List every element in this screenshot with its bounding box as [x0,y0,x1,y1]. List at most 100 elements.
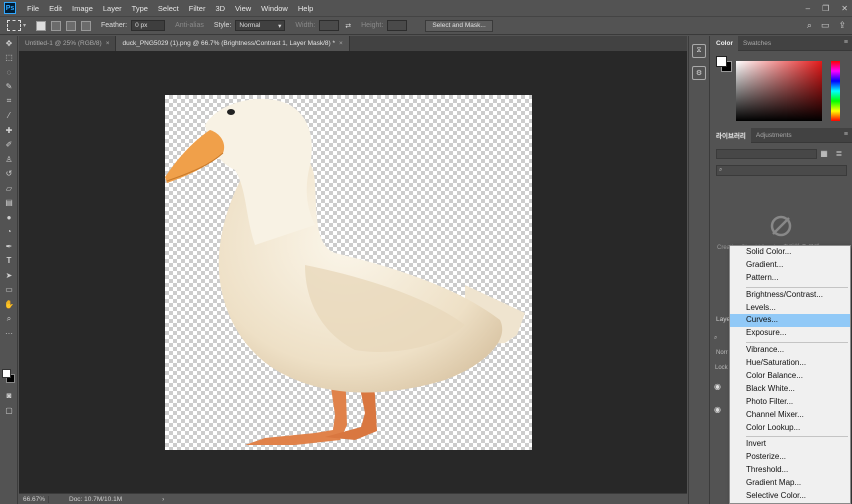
menu-item-photo-filter[interactable]: Photo Filter... [730,396,850,409]
menu-item-color-balance[interactable]: Color Balance... [730,370,850,383]
minimize-icon[interactable]: – [806,4,810,13]
menu-item-color-lookup[interactable]: Color Lookup... [730,422,850,435]
type-tool-icon[interactable]: T [0,254,18,269]
tab-libraries[interactable]: 라이브러리 [711,127,751,143]
quick-select-tool-icon[interactable]: ✎ [0,80,18,95]
eraser-tool-icon[interactable]: ▱ [0,181,18,196]
healing-brush-tool-icon[interactable]: ✚ [0,123,18,138]
rectangle-tool-icon[interactable]: ▭ [0,283,18,298]
menu-view[interactable]: View [230,4,256,13]
width-input[interactable] [319,20,340,31]
grid-view-icon[interactable]: ▦ [819,149,829,159]
move-tool-icon[interactable]: ✥ [0,36,18,51]
panel-menu-icon[interactable]: ≡ [844,39,848,46]
select-and-mask-button[interactable]: Select and Mask... [425,19,493,32]
tab-adjustments[interactable]: Adjustments [751,128,797,143]
screen-mode-icon[interactable]: ▢ [0,403,18,418]
menu-item-exposure[interactable]: Exposure... [730,327,850,340]
chevron-right-icon[interactable]: › [162,496,164,503]
tab-color[interactable]: Color [711,35,738,51]
marquee-tool-preset-icon[interactable] [7,20,21,31]
menu-item-invert[interactable]: Invert [730,438,850,451]
menu-item-hue-saturation[interactable]: Hue/Saturation... [730,357,850,370]
menu-select[interactable]: Select [153,4,184,13]
foreground-color-chip[interactable] [716,56,727,67]
menu-window[interactable]: Window [256,4,293,13]
tab-swatches[interactable]: Swatches [738,36,776,51]
layer-filter-search-icon[interactable]: ⌕ [714,335,717,342]
more-tools-icon[interactable]: ··· [0,326,18,341]
brush-tool-icon[interactable]: ✐ [0,138,18,153]
hue-slider[interactable] [831,61,840,121]
canvas-workspace[interactable] [19,51,687,493]
chevron-down-icon[interactable]: ▾ [23,22,26,29]
menu-image[interactable]: Image [67,4,98,13]
menu-layer[interactable]: Layer [98,4,127,13]
menu-item-curves[interactable]: Curves... [730,314,850,328]
new-selection-button[interactable] [36,20,47,31]
feather-input[interactable]: 0 px [131,20,166,31]
layer-visibility-eye-icon[interactable]: ◉ [714,405,721,414]
close-icon[interactable]: × [106,40,110,47]
menu-item-gradient[interactable]: Gradient... [730,259,850,272]
subtract-selection-button[interactable] [66,20,77,31]
style-select[interactable]: Normal ▾ [235,20,286,31]
marquee-tool-icon[interactable]: ⬚ [0,51,18,66]
foreground-color-swatch[interactable] [2,369,11,378]
menu-item-channel-mixer[interactable]: Channel Mixer... [730,409,850,422]
blend-mode-select[interactable]: Norr [716,350,728,356]
crop-tool-icon[interactable]: ⌗ [0,94,18,109]
menu-edit[interactable]: Edit [44,4,67,13]
share-icon[interactable]: ⇪ [838,20,846,31]
menu-type[interactable]: Type [127,4,153,13]
height-input[interactable] [387,20,408,31]
menu-3d[interactable]: 3D [210,4,230,13]
path-selection-tool-icon[interactable]: ➤ [0,268,18,283]
color-field[interactable] [736,61,822,121]
close-icon[interactable]: × [339,40,343,47]
antialias-checkbox-label[interactable]: Anti-alias [175,22,204,29]
menu-item-pattern[interactable]: Pattern... [730,272,850,285]
menu-item-solid-color[interactable]: Solid Color... [730,246,850,259]
eyedropper-tool-icon[interactable]: ⁄ [0,109,18,124]
library-search-input[interactable]: ⌕ [716,165,847,176]
gradient-tool-icon[interactable]: ▤ [0,196,18,211]
search-icon[interactable]: ⌕ [807,20,812,31]
menu-item-vibrance[interactable]: Vibrance... [730,344,850,357]
add-selection-button[interactable] [51,20,62,31]
menu-filter[interactable]: Filter [184,4,211,13]
zoom-level-field[interactable]: 66.67% [19,495,49,503]
menu-item-gradient-map[interactable]: Gradient Map... [730,477,850,490]
quick-mask-icon[interactable]: ◙ [0,388,18,403]
panel-menu-icon[interactable]: ≡ [844,131,848,138]
library-select[interactable] [716,149,817,159]
swap-icon[interactable]: ⇄ [345,22,351,30]
hand-tool-icon[interactable]: ✋ [0,297,18,312]
blur-tool-icon[interactable]: ● [0,210,18,225]
tab-untitled-1[interactable]: Untitled-1 @ 25% (RGB/8) × [19,36,117,51]
menu-help[interactable]: Help [293,4,318,13]
lasso-tool-icon[interactable]: ◌ [0,65,18,80]
zoom-tool-icon[interactable]: ⌕ [0,312,18,327]
menu-item-posterize[interactable]: Posterize... [730,451,850,464]
tab-duck-png[interactable]: duck_PNG5029 (1).png @ 66.7% (Brightness… [116,36,350,51]
close-icon[interactable]: ✕ [841,4,848,13]
menu-item-selective-color[interactable]: Selective Color... [730,490,850,503]
intersect-selection-button[interactable] [81,20,92,31]
tab-layers[interactable]: Laye [716,316,730,323]
layer-visibility-eye-icon[interactable]: ◉ [714,382,721,391]
document-canvas[interactable] [165,95,532,450]
menu-item-brightness-contrast[interactable]: Brightness/Contrast... [730,289,850,302]
menu-item-levels[interactable]: Levels... [730,302,850,315]
clone-stamp-tool-icon[interactable]: ♙ [0,152,18,167]
properties-panel-icon[interactable]: ⚙ [692,66,706,80]
dodge-tool-icon[interactable]: ◔ [0,225,18,240]
history-brush-tool-icon[interactable]: ↺ [0,167,18,182]
restore-icon[interactable]: ❐ [822,4,829,13]
menu-item-black-white[interactable]: Black White... [730,383,850,396]
menu-file[interactable]: File [22,4,44,13]
menu-item-threshold[interactable]: Threshold... [730,464,850,477]
pen-tool-icon[interactable]: ✒ [0,239,18,254]
list-view-icon[interactable]: ≣ [834,149,844,159]
workspace-icon[interactable]: ▭ [821,20,830,31]
